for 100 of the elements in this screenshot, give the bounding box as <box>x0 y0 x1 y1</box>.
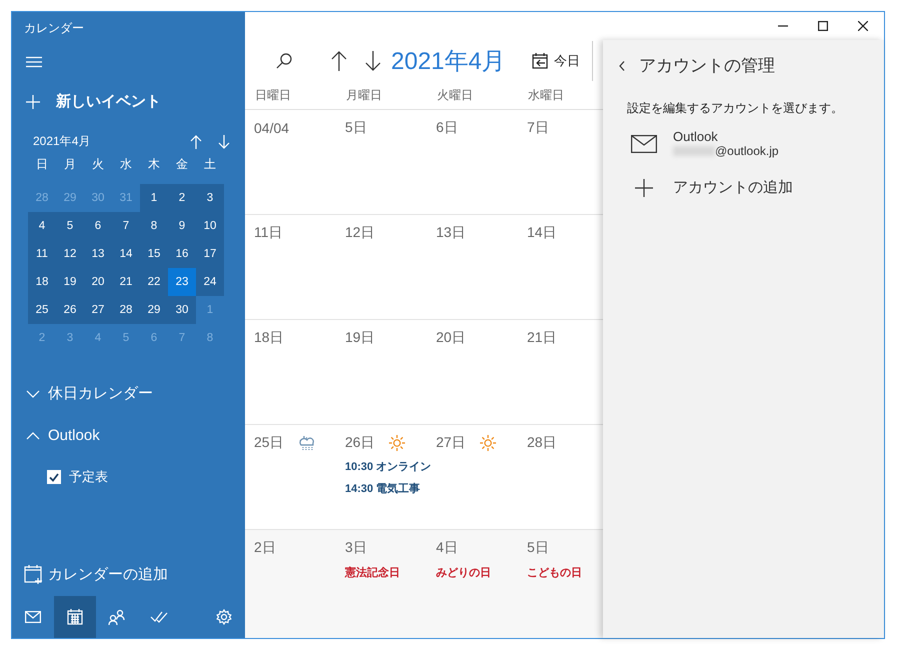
date-label: 26日 <box>345 434 375 452</box>
up-arrow-icon[interactable] <box>331 51 347 71</box>
calendar-label: 予定表 <box>69 468 108 486</box>
date-label: 19日 <box>345 329 375 347</box>
chevron-down-icon <box>26 390 40 398</box>
date-label: 7日 <box>527 119 549 137</box>
date-label: 04/04 <box>254 120 290 136</box>
date-cell[interactable]: 7 <box>112 212 140 240</box>
date-cell[interactable]: 3 <box>196 184 224 212</box>
checkmark-icon <box>49 472 59 482</box>
mail-icon <box>25 611 41 623</box>
date-cell[interactable]: 23 <box>168 268 196 296</box>
people-icon <box>108 609 126 625</box>
weekday-header: 月曜日 <box>345 87 383 104</box>
date-label: 2日 <box>254 539 276 557</box>
mail-icon <box>631 134 657 152</box>
calendar-icon <box>67 609 83 625</box>
holiday-label: こどもの日 <box>527 566 583 580</box>
date-label: 13日 <box>436 224 466 242</box>
add-account-button[interactable]: アカウントの追加 <box>635 178 793 197</box>
date-cell[interactable]: 20 <box>84 268 112 296</box>
date-cell[interactable]: 9 <box>168 212 196 240</box>
weekday-label: 火 <box>91 156 105 172</box>
calendar-today-icon <box>532 53 548 69</box>
close-icon[interactable] <box>858 21 868 31</box>
weekday-label: 土 <box>203 156 217 172</box>
weekday-header: 日曜日 <box>254 87 292 104</box>
date-cell[interactable]: 14 <box>112 240 140 268</box>
nav-button[interactable] <box>54 596 96 638</box>
sun-icon <box>388 435 405 451</box>
date-cell[interactable]: 4 <box>28 212 56 240</box>
instruction-text: 設定を編集するアカウントを選びます。 <box>627 100 844 117</box>
date-cell[interactable]: 12 <box>56 240 84 268</box>
calendar-group-toggle[interactable]: 休日カレンダー <box>26 384 153 403</box>
date-cell[interactable]: 24 <box>196 268 224 296</box>
account-email: @outlook.jp <box>715 144 779 158</box>
window-title: カレンダー <box>23 20 85 37</box>
calendar-add-icon <box>24 564 44 584</box>
date-cell[interactable]: 13 <box>84 240 112 268</box>
month-label: 2021年4月 <box>33 133 90 150</box>
double-check-icon <box>150 610 168 624</box>
date-cell[interactable]: 1 <box>140 184 168 212</box>
maximize-icon[interactable] <box>818 21 828 31</box>
date-cell[interactable]: 26 <box>56 296 84 324</box>
date-label: 5日 <box>345 119 367 137</box>
date-cell[interactable]: 22 <box>140 268 168 296</box>
settings-icon <box>216 609 232 625</box>
date-label: 5日 <box>527 539 549 557</box>
date-label: 28日 <box>527 434 557 452</box>
date-cell[interactable]: 15 <box>140 240 168 268</box>
date-cell[interactable]: 19 <box>56 268 84 296</box>
date-label: 25日 <box>254 434 284 452</box>
search-icon[interactable] <box>276 53 292 69</box>
holiday-label: みどりの日 <box>436 566 492 580</box>
date-cell[interactable]: 5 <box>56 212 84 240</box>
date-cell[interactable]: 18 <box>28 268 56 296</box>
date-label: 20日 <box>436 329 466 347</box>
calendar-group-toggle[interactable]: Outlook <box>26 427 100 444</box>
date-cell[interactable]: 27 <box>84 296 112 324</box>
holiday-label: 憲法記念日 <box>345 565 401 580</box>
date-cell[interactable]: 8 <box>140 212 168 240</box>
date-label: 27日 <box>436 434 466 452</box>
date-label: 4日 <box>436 539 458 557</box>
date-cell[interactable]: 6 <box>84 212 112 240</box>
plus-icon <box>26 94 40 108</box>
date-label: 6日 <box>436 119 458 137</box>
plus-icon <box>635 178 653 196</box>
date-cell[interactable]: 11 <box>28 240 56 268</box>
date-label: 21日 <box>527 329 557 347</box>
panel-title: アカウントの管理 <box>639 55 775 77</box>
date-cell[interactable]: 29 <box>140 296 168 324</box>
date-cell[interactable]: 25 <box>28 296 56 324</box>
sun-icon <box>480 435 496 451</box>
checkbox[interactable] <box>47 470 61 484</box>
today-button[interactable]: 今日 <box>532 52 580 70</box>
date-cell[interactable]: 2 <box>168 184 196 212</box>
date-label: 14日 <box>527 224 557 242</box>
add-calendar-button[interactable]: カレンダーの追加 <box>24 564 168 584</box>
chevron-up-icon <box>26 432 40 440</box>
date-cell[interactable]: 28 <box>112 296 140 324</box>
back-chevron-icon[interactable] <box>619 60 625 70</box>
weekday-label: 金 <box>175 156 189 172</box>
down-arrow-icon[interactable] <box>365 51 381 71</box>
date-label: 18日 <box>254 329 284 347</box>
weekday-label: 水 <box>119 156 133 172</box>
event-label[interactable]: 14:30 電気工事 <box>345 481 427 496</box>
date-cell[interactable]: 10 <box>196 212 224 240</box>
account-name: Outlook <box>673 129 719 144</box>
date-cell[interactable]: 17 <box>196 240 224 268</box>
weekday-label: 月 <box>63 156 77 172</box>
date-label: 12日 <box>345 224 375 242</box>
weekday-label: 日 <box>35 156 49 172</box>
weekday-header: 火曜日 <box>436 87 474 104</box>
menu-icon[interactable] <box>26 56 42 68</box>
new-event-button[interactable]: 新しいイベント <box>26 92 161 111</box>
date-cell[interactable]: 21 <box>112 268 140 296</box>
month-title: 2021年4月 <box>391 47 506 77</box>
account-item[interactable]: Outlook @outlook.jp <box>631 129 779 158</box>
date-cell[interactable]: 16 <box>168 240 196 268</box>
date-cell[interactable]: 30 <box>168 296 196 324</box>
